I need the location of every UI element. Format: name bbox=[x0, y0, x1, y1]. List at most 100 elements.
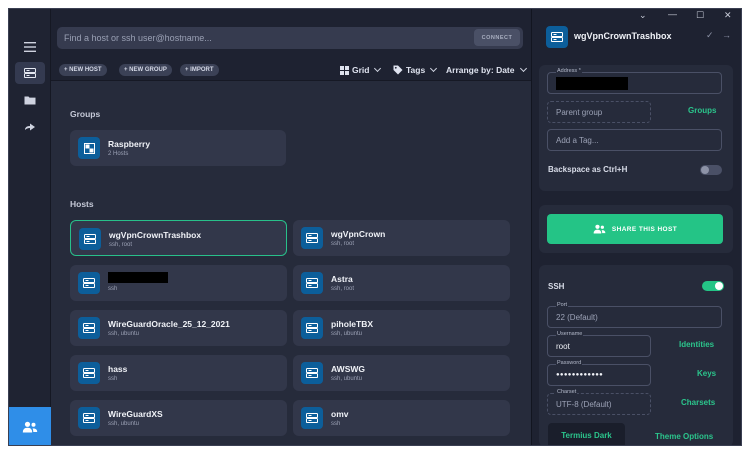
port-field[interactable]: Port 22 (Default) bbox=[547, 302, 722, 328]
host-card[interactable]: Astra ssh, root bbox=[293, 265, 510, 301]
grid-view-dropdown[interactable]: Grid bbox=[340, 63, 382, 77]
username-field[interactable]: Username root bbox=[547, 331, 651, 357]
server-icon bbox=[301, 272, 323, 294]
tags-dropdown[interactable]: Tags bbox=[393, 63, 438, 77]
identities-link[interactable]: Identities bbox=[679, 340, 714, 349]
window-menu-chevron-icon[interactable]: ⌄ bbox=[639, 10, 647, 21]
tag-input[interactable]: Add a Tag... bbox=[547, 129, 722, 151]
backspace-label: Backspace as Ctrl+H bbox=[548, 165, 628, 174]
menu-icon[interactable] bbox=[15, 36, 45, 58]
host-name-redacted bbox=[108, 272, 168, 283]
server-icon bbox=[301, 407, 323, 429]
toggle-knob bbox=[701, 166, 709, 174]
tag-icon bbox=[393, 65, 403, 75]
host-card[interactable]: WireGuardXS ssh, ubuntu bbox=[70, 400, 287, 436]
host-card[interactable]: hass ssh bbox=[70, 355, 287, 391]
grid-icon bbox=[340, 65, 349, 75]
new-host-button[interactable]: + NEW HOST bbox=[59, 64, 107, 76]
group-host-count: 2 Hosts bbox=[108, 151, 129, 157]
server-icon bbox=[301, 362, 323, 384]
chevron-down-icon bbox=[430, 64, 438, 73]
password-field[interactable]: Password ●●●●●●●●●●●● bbox=[547, 360, 651, 386]
theme-selector[interactable]: Termius Dark bbox=[548, 423, 625, 445]
server-icon bbox=[79, 228, 101, 250]
theme-options-link[interactable]: Theme Options bbox=[655, 432, 713, 441]
host-connection-info: ssh, root bbox=[331, 241, 355, 247]
panel-header: ⌄ — ☐ ✕ wgVpnCrownTrashbox ✓ → bbox=[532, 9, 741, 61]
general-section: Address * Parent group Groups Add a Tag.… bbox=[539, 65, 733, 191]
keys-link[interactable]: Keys bbox=[697, 369, 716, 378]
parent-group-field[interactable]: Parent group bbox=[547, 101, 651, 123]
share-host-button[interactable]: SHARE THIS HOST bbox=[547, 214, 723, 244]
host-card[interactable]: wgVpnCrown ssh, root bbox=[293, 220, 510, 256]
team-icon[interactable] bbox=[9, 407, 51, 445]
ssh-section: SSH Port 22 (Default) Username root Iden… bbox=[539, 265, 733, 445]
host-connection-info: ssh bbox=[108, 286, 118, 292]
search-bar: CONNECT bbox=[57, 27, 523, 49]
host-card[interactable]: AWSWG ssh, ubuntu bbox=[293, 355, 510, 391]
host-connection-info: ssh, ubuntu bbox=[108, 421, 140, 427]
left-rail bbox=[9, 9, 51, 445]
server-icon bbox=[78, 362, 100, 384]
address-redacted bbox=[556, 77, 628, 90]
host-connection-info: ssh, root bbox=[109, 242, 133, 248]
hosts-nav-icon[interactable] bbox=[15, 62, 45, 84]
host-name: wgVpnCrownTrashbox bbox=[109, 230, 202, 240]
share-section: SHARE THIS HOST bbox=[539, 205, 733, 253]
groups-link[interactable]: Groups bbox=[688, 106, 716, 115]
charset-field[interactable]: Charset UTF-8 (Default) bbox=[547, 389, 651, 415]
host-name: piholeTBX bbox=[331, 319, 374, 329]
group-card[interactable]: Raspberry 2 Hosts bbox=[70, 130, 286, 166]
server-icon bbox=[78, 272, 100, 294]
username-label: Username bbox=[556, 331, 584, 337]
group-name: Raspberry bbox=[108, 139, 151, 149]
host-name: Astra bbox=[331, 274, 353, 284]
host-connection-info: ssh, ubuntu bbox=[331, 331, 363, 337]
arrow-right-icon[interactable]: → bbox=[722, 30, 731, 40]
groups-heading: Groups bbox=[70, 109, 101, 119]
host-card[interactable]: wgVpnCrownTrashbox ssh, root bbox=[70, 220, 287, 256]
address-field[interactable]: Address * bbox=[547, 68, 722, 94]
chevron-down-icon bbox=[519, 64, 527, 73]
folder-icon[interactable] bbox=[15, 89, 45, 111]
username-value: root bbox=[556, 342, 570, 351]
host-card[interactable]: piholeTBX ssh, ubuntu bbox=[293, 310, 510, 346]
panel-title: wgVpnCrownTrashbox bbox=[574, 31, 672, 41]
host-connection-info: ssh, root bbox=[331, 286, 355, 292]
host-card[interactable]: omv ssh bbox=[293, 400, 510, 436]
group-icon bbox=[78, 137, 100, 159]
host-card[interactable]: WireGuardOracle_25_12_2021 ssh, ubuntu bbox=[70, 310, 287, 346]
backspace-toggle[interactable] bbox=[700, 165, 722, 175]
team-icon bbox=[593, 224, 606, 234]
import-button[interactable]: + IMPORT bbox=[180, 64, 219, 76]
server-icon bbox=[78, 317, 100, 339]
host-name: WireGuardXS bbox=[108, 409, 163, 419]
host-connection-info: ssh, ubuntu bbox=[331, 376, 363, 382]
chevron-down-icon bbox=[374, 64, 382, 73]
ssh-toggle[interactable] bbox=[702, 281, 724, 291]
host-detail-panel: ⌄ — ☐ ✕ wgVpnCrownTrashbox ✓ → Address *… bbox=[531, 9, 741, 445]
minimize-icon[interactable]: — bbox=[668, 9, 677, 19]
host-card[interactable]: ssh bbox=[70, 265, 287, 301]
arrange-dropdown[interactable]: Arrange by: Date bbox=[446, 63, 527, 77]
port-forward-icon[interactable] bbox=[15, 116, 45, 138]
charset-value: UTF-8 (Default) bbox=[556, 400, 612, 409]
maximize-icon[interactable]: ☐ bbox=[696, 10, 704, 21]
host-name: wgVpnCrown bbox=[331, 229, 386, 239]
search-input[interactable] bbox=[64, 27, 444, 49]
top-bar: CONNECT bbox=[51, 9, 531, 59]
close-icon[interactable]: ✕ bbox=[724, 10, 732, 21]
host-name: AWSWG bbox=[331, 364, 365, 374]
server-icon bbox=[301, 317, 323, 339]
main-area: CONNECT + NEW HOST + NEW GROUP + IMPORT … bbox=[51, 9, 531, 445]
tags-label: Tags bbox=[406, 65, 426, 75]
charsets-link[interactable]: Charsets bbox=[681, 398, 715, 407]
ssh-label: SSH bbox=[548, 282, 565, 291]
port-label: Port bbox=[556, 302, 569, 308]
host-icon bbox=[546, 26, 568, 48]
connect-button[interactable]: CONNECT bbox=[474, 29, 520, 46]
new-group-button[interactable]: + NEW GROUP bbox=[119, 64, 172, 76]
check-icon[interactable]: ✓ bbox=[706, 30, 714, 41]
app-window: CONNECT + NEW HOST + NEW GROUP + IMPORT … bbox=[8, 8, 742, 446]
server-icon bbox=[301, 227, 323, 249]
